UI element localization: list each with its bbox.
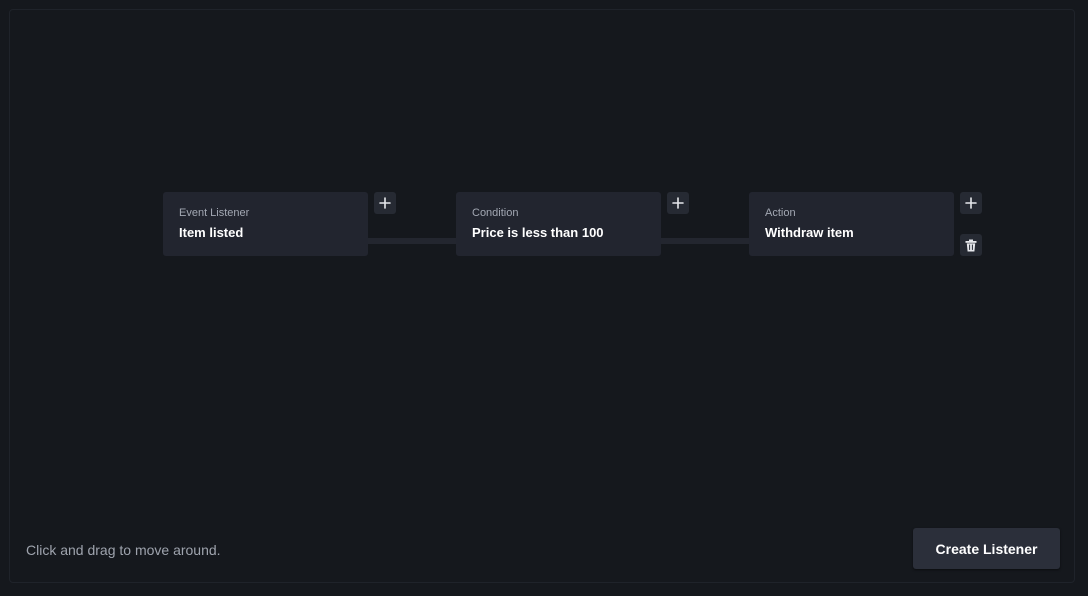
delete-node-button[interactable] (960, 234, 982, 256)
connector-line (660, 238, 750, 244)
plus-icon (379, 197, 391, 209)
node-type-label: Event Listener (179, 207, 250, 219)
add-node-button[interactable] (960, 192, 982, 214)
node-value-label: Price is less than 100 (472, 225, 604, 240)
flow-node-event-listener[interactable]: Event Listener Item listed (163, 192, 368, 256)
flow-node-action[interactable]: Action Withdraw item (749, 192, 954, 256)
flow-canvas[interactable]: Event Listener Item listed Condition Pri… (9, 9, 1075, 583)
create-listener-button[interactable]: Create Listener (913, 528, 1060, 569)
node-type-label: Action (765, 207, 796, 219)
node-value-label: Withdraw item (765, 225, 854, 240)
plus-icon (672, 197, 684, 209)
node-type-label: Condition (472, 207, 519, 219)
add-node-button[interactable] (374, 192, 396, 214)
trash-icon (965, 239, 977, 251)
add-node-button[interactable] (667, 192, 689, 214)
connector-line (367, 238, 457, 244)
flow-node-condition[interactable]: Condition Price is less than 100 (456, 192, 661, 256)
node-value-label: Item listed (179, 225, 244, 240)
plus-icon (965, 197, 977, 209)
canvas-hint: Click and drag to move around. (26, 542, 221, 558)
